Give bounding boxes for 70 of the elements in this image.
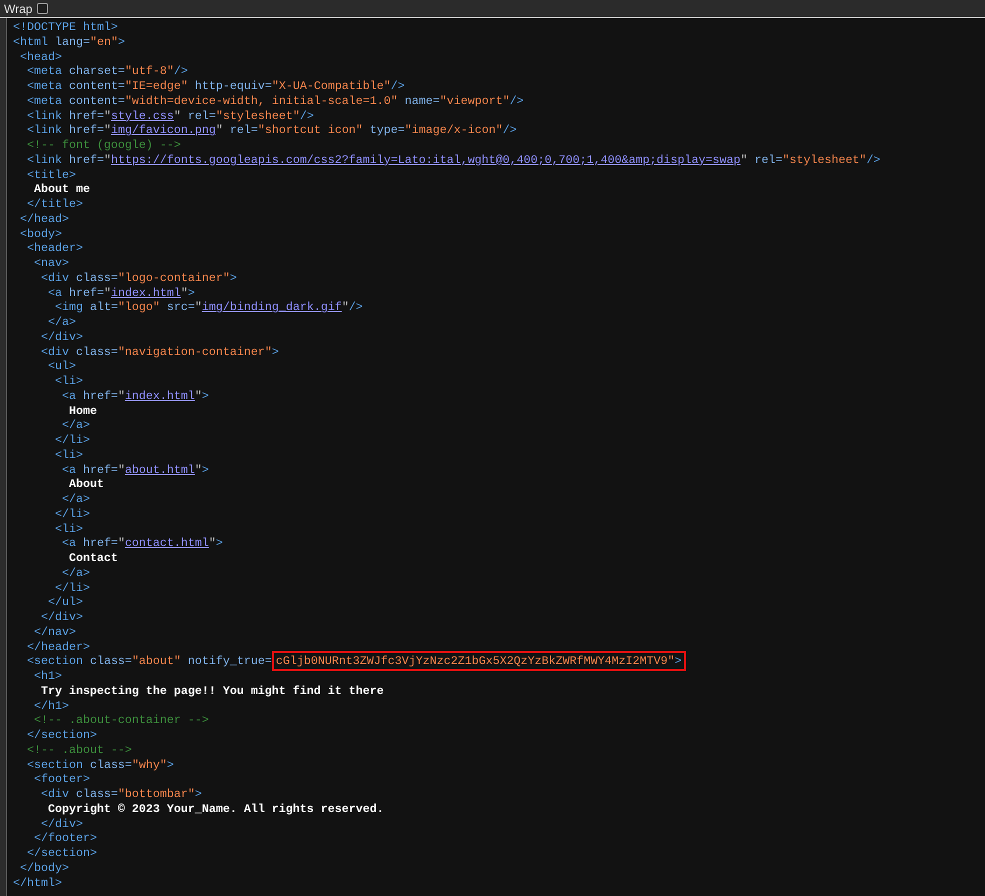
link[interactable]: https://fonts.googleapis.com/css2?family=Lato:ital,wght@0,400;0,700;1,400&amp;display=swap [110, 152, 740, 167]
code-line: Copyright © 2023 Your_Name. All rights reserved. [46, 802, 385, 816]
code-line: <a href="index.html"> [46, 286, 196, 300]
highlight-box: cGljb0NURnt3ZWJfc3VjYzNzc2Z1bGx5X2QzYzBkZWRfMWY4MzI2MTV9"> [272, 651, 686, 672]
link[interactable]: index.html [110, 286, 181, 300]
code-line: <meta content="IE=edge" http-equiv="X-UA-Compatible"/> [26, 79, 406, 94]
link[interactable]: index.html [124, 388, 195, 403]
code-line: <head> [18, 50, 63, 64]
code-line: <footer> [32, 772, 91, 787]
code-line: </body> [18, 860, 70, 876]
code-line: <section class="about" notify_true= cGljb0NURnt3ZWJfc3VjYzNzc2Z1bGx5X2QzYzBkZWRfMWY4MzI2MTV9"> [13, 654, 880, 669]
code-line: <!-- .about-container --> [32, 713, 210, 728]
code-line: <li> [54, 448, 84, 462]
code-line: </html> [13, 876, 63, 890]
code-line: <a href="about.html"> [60, 462, 210, 478]
code-line: <a href="index.html"> [60, 388, 210, 404]
link[interactable]: img/binding_dark.gif [202, 300, 342, 314]
code-line: About [68, 477, 105, 492]
code-line: </footer> [32, 831, 98, 846]
code-line: <h1> [32, 669, 63, 684]
code-line: Home [68, 404, 98, 418]
code-line: </ul> [46, 595, 84, 610]
code-line: <meta charset="utf-8"/> [26, 64, 189, 79]
code-line: <link href="img/favicon.png" rel="shortcut icon" type="image/x-icon"/> [26, 123, 518, 138]
code-line: Try inspecting the page!! You might find it there [40, 684, 385, 698]
code-line: <!DOCTYPE html> [13, 20, 119, 35]
code-line: <title> [26, 168, 77, 182]
code-line: <body> [18, 226, 63, 242]
code-line: </a> [60, 418, 91, 433]
code-line: <div class="logo-container"> [40, 270, 238, 286]
code-line: About me [32, 182, 91, 197]
wrap-label: Wrap [4, 2, 32, 16]
code-line: <header> [26, 241, 84, 256]
code-line: Contact [68, 551, 119, 566]
code-line: </header> [26, 640, 91, 654]
code-line: </section> [26, 846, 98, 861]
wrap-checkbox[interactable] [37, 3, 48, 14]
code-line: <ul> [46, 359, 77, 374]
code-line: </div> [40, 330, 84, 344]
code-line: <!-- font (google) --> [26, 138, 182, 153]
code-line: <link href="https://fonts.googleapis.com/css2?family=Lato:ital,wght@0,400;0,700;1,400&amp;display=swap" rel="stylesheet"/> [26, 152, 880, 168]
code-line: </a> [46, 315, 77, 330]
code-line: <!-- .about --> [26, 742, 133, 758]
code-line: <div class="navigation-container"> [40, 344, 280, 360]
link[interactable]: img/favicon.png [110, 123, 216, 138]
code-line: <nav> [32, 256, 70, 271]
code-line: </li> [54, 580, 91, 596]
code-line: <div class="bottombar"> [40, 787, 203, 802]
code-line: <li> [54, 374, 84, 389]
code-line: </title> [26, 197, 84, 212]
code-line: </li> [54, 506, 91, 522]
code-line: <a href="contact.html"> [60, 536, 224, 551]
code-line: </a> [60, 492, 91, 507]
code-line: </section> [26, 728, 98, 743]
code-line: </div> [40, 816, 84, 832]
code-line: </li> [54, 433, 91, 448]
code-line: <li> [54, 522, 84, 536]
code-line: <section class="why"> [26, 758, 175, 772]
link[interactable]: about.html [124, 462, 195, 476]
link[interactable]: style.css [110, 108, 174, 122]
link[interactable]: contact.html [124, 536, 209, 550]
code-line: <img alt="logo" src="img/binding_dark.gif"/> [54, 300, 364, 315]
code-line: </nav> [32, 624, 77, 640]
code-line: </div> [40, 610, 84, 625]
code-line: </head> [18, 212, 70, 226]
code-line: <meta content="width=device-width, initial-scale=1.0" name="viewport"/> [26, 94, 525, 108]
code-line: </a> [60, 566, 91, 580]
code-line: </h1> [32, 698, 70, 714]
code-line: <link href="style.css" rel="stylesheet"/> [26, 108, 315, 124]
code-line: <html lang="en"> [13, 34, 126, 50]
